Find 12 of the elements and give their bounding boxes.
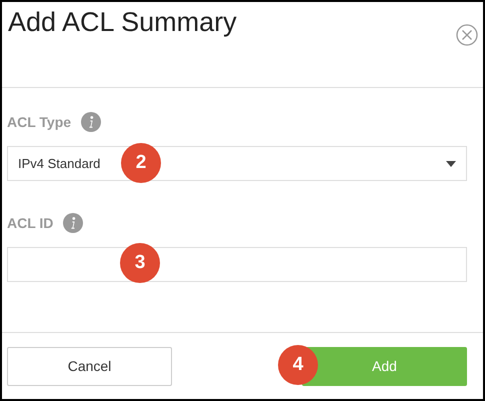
dialog-title: Add ACL Summary — [8, 6, 237, 39]
field-label: ACL ID — [7, 215, 54, 231]
acl-id-field[interactable] — [7, 247, 467, 282]
info-icon[interactable] — [81, 112, 102, 132]
caret-icon — [446, 160, 456, 166]
close-button[interactable] — [456, 24, 478, 46]
info-icon[interactable] — [63, 213, 84, 233]
step-badge: 4 — [278, 344, 318, 384]
acl-type-select[interactable]: IPv4 Standard 2 — [7, 146, 467, 181]
cancel-button[interactable]: Cancel — [7, 346, 172, 386]
step-badge: 2 — [121, 143, 161, 183]
field-label: ACL Type — [7, 114, 72, 130]
